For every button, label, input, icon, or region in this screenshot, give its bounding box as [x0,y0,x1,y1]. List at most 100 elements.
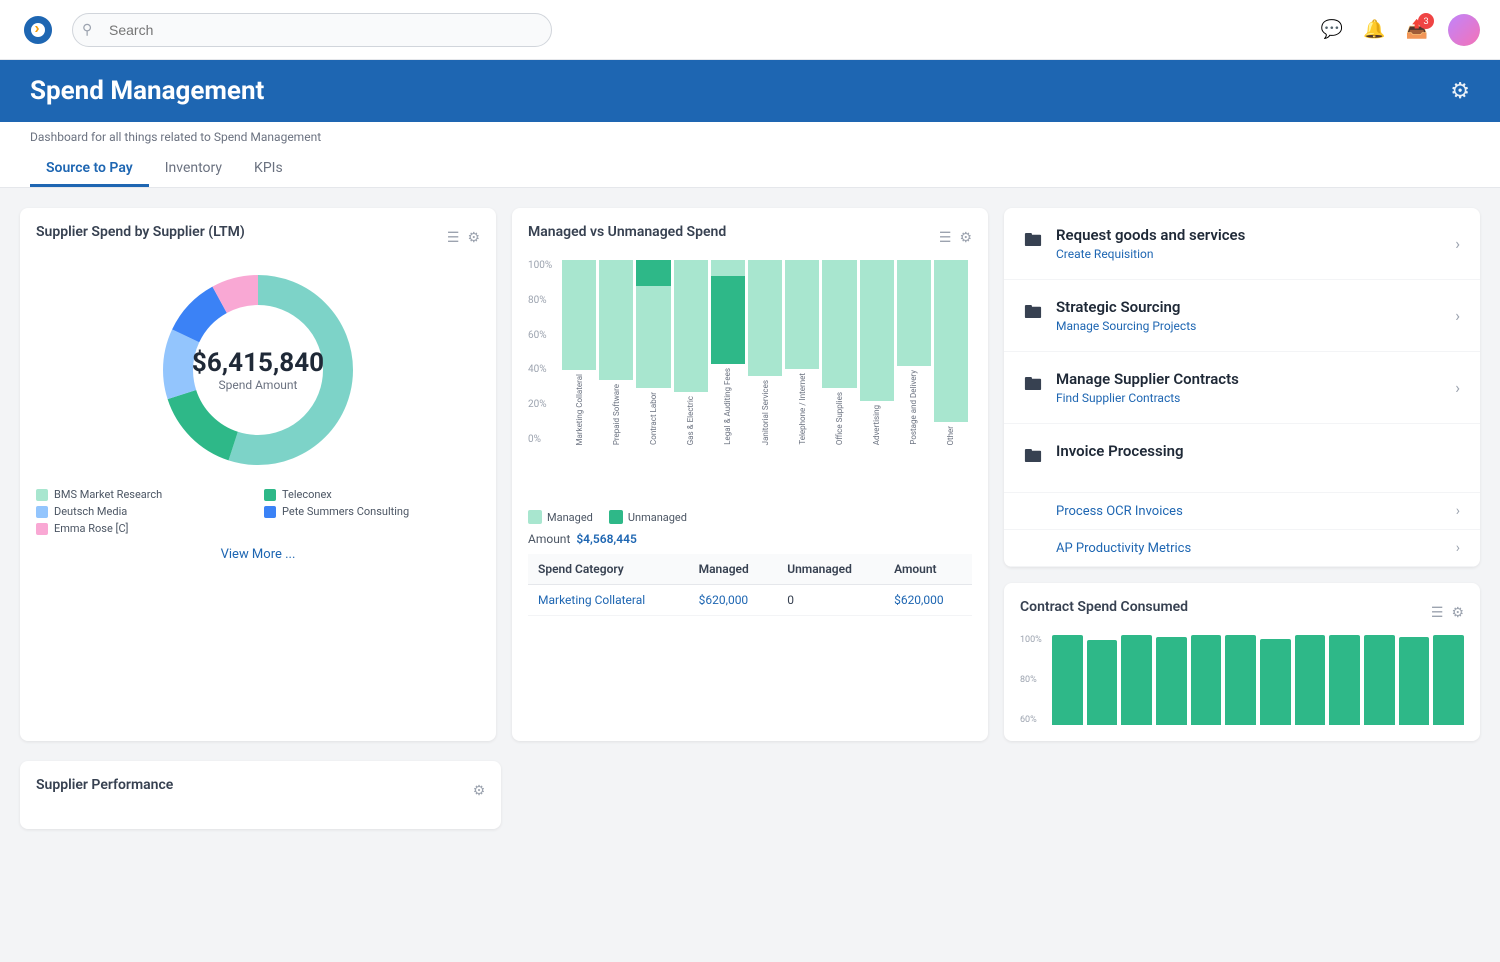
bars-row: Marketing Collateral Prepaid Software Co… [528,260,972,445]
table-row: Marketing Collateral $620,000 0 $620,000 [528,585,972,616]
qa-content-contracts: Manage Supplier Contracts Find Supplier … [1056,370,1441,405]
bar-managed [860,260,894,401]
requisition-icon: 🖿 [1024,228,1042,258]
right-column: 🖿 Request goods and services Create Requ… [1004,208,1480,741]
bar-label: Prepaid Software [612,384,621,445]
qa-ap-productivity[interactable]: AP Productivity Metrics › [1004,530,1480,567]
filter-icon-3[interactable]: ☰ [1431,605,1444,621]
contract-spend-title: Contract Spend Consumed [1020,599,1188,615]
contract-chart: 100% 80% 60% [1020,635,1464,725]
legend-item: Pete Summers Consulting [264,505,480,518]
bar-label: Legal & Auditing Fees [723,368,732,445]
messages-button[interactable]: 💬 [1321,19,1343,40]
legend-unmanaged: Unmanaged [609,510,687,524]
bar-label: Advertising [872,405,881,445]
bar-label: Marketing Collateral [575,374,584,445]
legend-label-deutsch: Deutsch Media [54,505,127,518]
bar-label: Postage and Delivery [909,370,918,445]
invoice-icon: 🖿 [1024,444,1042,474]
bar-group: Legal & Auditing Fees [711,260,745,445]
view-more-link[interactable]: View More ... [36,547,480,562]
amount-cell: $620,000 [894,593,944,607]
header-settings-icon[interactable]: ⚙ [1450,79,1470,104]
search-input[interactable] [72,13,552,47]
card-action-icons-2: ☰ ⚙ [939,230,972,246]
bar-group: Prepaid Software [599,260,633,445]
bell-icon: 🔔 [1363,19,1385,39]
managed-unmanaged-title: Managed vs Unmanaged Spend [528,224,726,240]
legend-label-bms: BMS Market Research [54,488,162,501]
bar-label: Other [946,426,955,445]
main-grid: Supplier Spend by Supplier (LTM) ☰ ⚙ [0,188,1500,761]
qa-title-contracts: Manage Supplier Contracts [1056,370,1441,388]
filter-icon[interactable]: ☰ [447,230,460,246]
qa-subtitle-sourcing[interactable]: Manage Sourcing Projects [1056,319,1441,333]
tab-inventory[interactable]: Inventory [149,152,238,187]
search-bar[interactable]: ⚲ [72,13,552,47]
qa-title-invoice: Invoice Processing [1056,442,1460,460]
contract-bar [1087,640,1118,726]
legend-dot-unmanaged [609,510,623,524]
legend-label-unmanaged: Unmanaged [628,511,687,524]
contract-icon: 🖿 [1024,372,1042,402]
legend-label-emma: Emma Rose [C] [54,522,128,535]
chevron-right-icon: › [1455,234,1460,253]
contract-bar [1364,635,1395,725]
bar-group: Other [934,260,968,445]
amount-label: Amount [528,532,570,546]
contract-bar [1156,637,1187,725]
filter-icon-2[interactable]: ☰ [939,230,952,246]
qa-subtitle-contracts[interactable]: Find Supplier Contracts [1056,391,1441,405]
bar-managed [822,260,856,388]
bar-managed [748,260,782,376]
notifications-button[interactable]: 🔔 [1363,19,1385,40]
bar-managed [599,260,633,380]
bar-managed [785,260,819,369]
bar-group: Gas & Electric [674,260,708,445]
settings-icon-2[interactable]: ⚙ [959,230,972,246]
legend-item: Teleconex [264,488,480,501]
contract-bar [1121,635,1152,725]
contract-bar [1052,635,1083,725]
qa-request-goods[interactable]: 🖿 Request goods and services Create Requ… [1004,208,1480,280]
contract-bar [1433,635,1464,725]
inbox-button[interactable]: 📤 3 [1406,19,1428,40]
qa-invoice-processing: 🖿 Invoice Processing [1004,424,1480,493]
bar-managed [674,260,708,392]
legend-dot-managed [528,510,542,524]
bar-label: Janitorial Services [761,380,770,445]
qa-supplier-contracts[interactable]: 🖿 Manage Supplier Contracts Find Supplie… [1004,352,1480,424]
tab-kpis[interactable]: KPIs [238,152,299,187]
bar-managed [897,260,931,366]
donut-legend: BMS Market Research Teleconex Deutsch Me… [36,488,480,535]
avatar-image [1448,14,1480,46]
col-header-unmanaged: Unmanaged [777,554,884,585]
sourcing-icon: 🖿 [1024,300,1042,330]
chevron-right-icon-ocr: › [1456,503,1460,519]
bar-label: Gas & Electric [686,396,695,445]
bar-unmanaged [711,276,745,365]
contract-bars [1020,635,1464,725]
spend-label: Spend Amount [192,378,324,392]
category-link[interactable]: Marketing Collateral [538,593,645,607]
contract-spend-card: Contract Spend Consumed ☰ ⚙ 100% 80% 60% [1004,583,1480,741]
settings-icon-perf[interactable]: ⚙ [473,783,486,799]
spend-table: Spend Category Managed Unmanaged Amount … [528,554,972,616]
qa-strategic-sourcing[interactable]: 🖿 Strategic Sourcing Manage Sourcing Pro… [1004,280,1480,352]
bottom-row: Supplier Performance ⚙ [0,761,1500,849]
contract-bar [1329,635,1360,725]
bar-chart-container: 100% 80% 60% 40% 20% 0% Marketing Collat… [528,260,972,500]
contract-y-axis: 100% 80% 60% [1020,635,1042,725]
spend-amount: $6,415,840 [192,348,324,378]
tab-source-to-pay[interactable]: Source to Pay [30,152,149,187]
qa-subtitle-request[interactable]: Create Requisition [1056,247,1441,261]
chevron-right-icon-ap: › [1456,540,1460,556]
settings-icon-3[interactable]: ⚙ [1451,605,1464,621]
avatar[interactable] [1448,14,1480,46]
contract-card-icons: ☰ ⚙ [1431,605,1464,621]
bar-group: Janitorial Services [748,260,782,445]
settings-icon[interactable]: ⚙ [467,230,480,246]
donut-center: $6,415,840 Spend Amount [192,348,324,392]
contract-bar [1191,635,1222,725]
qa-ocr-invoices[interactable]: Process OCR Invoices › [1004,493,1480,530]
